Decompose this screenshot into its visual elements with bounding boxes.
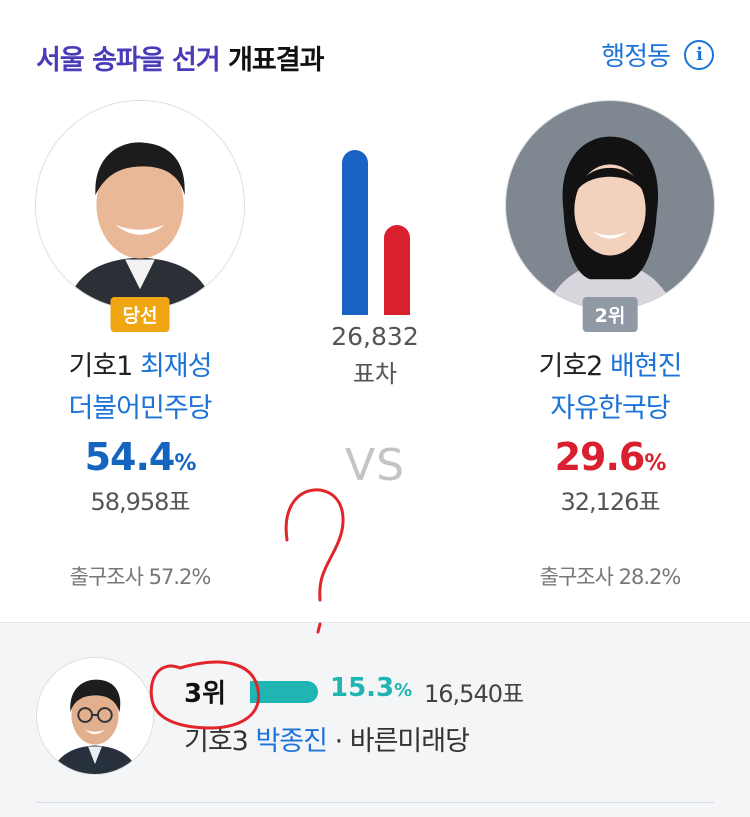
divider [36,802,714,803]
candidate-1-votes: 58,958표 [90,488,190,516]
candidate-1-exit-poll: 출구조사 57.2% [69,565,212,589]
winner-badge: 당선 [110,297,170,332]
rank-badge: 2위 [582,297,638,332]
candidate-3-photo [36,657,154,775]
title-district: 서울 송파을 선거 [36,45,221,76]
title-results: 개표결과 [228,45,324,76]
candidate-2-exit-poll: 출구조사 28.2% [539,565,682,589]
candidate-2-photo [505,100,715,310]
candidate-3-name[interactable]: 박종진 [255,726,328,757]
vote-difference: 26,832 [331,322,419,351]
candidate-2-bar [384,225,410,315]
candidate-1-photo [35,100,245,310]
candidate-1-percent: 54.4% [84,435,197,479]
vote-difference-label: 표차 [352,360,398,388]
candidate-2-number-name: 기호2 배현진 [538,351,683,382]
candidate-1-number-name: 기호1 최재성 [68,351,213,382]
candidate-3-bar [250,681,318,703]
page-title: 서울 송파을 선거 개표결과 [36,38,324,77]
candidate-2-name[interactable]: 배현진 [610,351,683,382]
candidate-3-rank: 3위 [184,679,227,709]
district-link-label: 행정동 [601,42,671,72]
question-mark-annotation [284,488,345,602]
candidate-1-bar [342,150,368,315]
candidate-card-2[interactable]: 2위 기호2 배현진 자유한국당 29.6% 32,126표 출구조사 28.2… [490,100,730,591]
candidate-2-votes: 32,126표 [560,488,660,516]
candidate-card-1[interactable]: 당선 기호1 최재성 더불어민주당 54.4% 58,958표 출구조사 57.… [20,100,260,591]
candidate-3-votes: 16,540표 [424,680,524,708]
candidate-3-percent: 15.3% [330,673,413,703]
candidate-3-info: 기호3 박종진 · 바른미래당 [184,726,470,757]
candidate-3-party: · 바른미래당 [334,726,470,757]
info-icon[interactable]: i [684,39,714,70]
candidate-2-party: 자유한국당 [550,393,670,424]
district-view-link[interactable]: 행정동 i [601,36,714,73]
candidate-2-percent: 29.6% [554,435,667,479]
candidate-1-name[interactable]: 최재성 [140,351,213,382]
candidate-1-party: 더불어민주당 [68,393,212,424]
third-place-section[interactable]: 3위 15.3% 16,540표 기호3 박종진 · 바른미래당 [0,622,750,817]
results-header: 서울 송파을 선거 개표결과 행정동 i [0,0,750,110]
vote-comparison-chart [340,145,420,315]
vs-label: VS [344,440,406,491]
